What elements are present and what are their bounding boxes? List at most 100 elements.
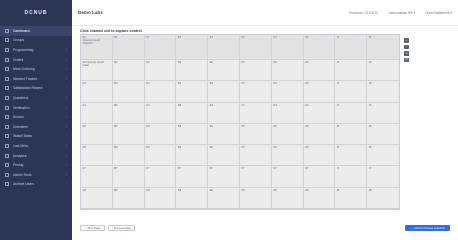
grid-cell[interactable]: C6	[144, 145, 177, 167]
grid-cell[interactable]: G2	[271, 60, 304, 82]
zoom-in-icon[interactable]: +	[404, 38, 409, 43]
grid-cell[interactable]: E7	[208, 166, 240, 188]
grid-cell[interactable]: B4	[112, 102, 145, 124]
grid-cell[interactable]: D6	[176, 145, 209, 167]
target-icon[interactable]: ⊕	[404, 57, 409, 62]
sidebar-item-archive-users[interactable]: Archive Users ›	[0, 180, 72, 190]
grid-cell[interactable]: J4	[367, 103, 399, 124]
grid-cell[interactable]: F3	[239, 81, 272, 103]
grid-cell[interactable]: G1	[271, 35, 304, 60]
grid-cell[interactable]: A7	[81, 166, 113, 188]
zoom-out-icon[interactable]: −	[404, 44, 409, 49]
grid-cell[interactable]: B6	[112, 145, 145, 167]
grid-cell[interactable]: E5	[208, 123, 240, 146]
grid-cell[interactable]: C4	[144, 102, 177, 124]
grid-cell[interactable]: I7	[335, 166, 368, 188]
sidebar-item-verification[interactable]: Verification ›	[0, 103, 72, 113]
grid-cell[interactable]: H6	[303, 145, 336, 167]
sidebar-item-questions[interactable]: Questions ›	[0, 93, 72, 103]
grid-cell[interactable]: H5	[303, 123, 336, 146]
sidebar-item-mark-ordering[interactable]: Mark Ordering ›	[0, 64, 72, 74]
grid-cell[interactable]: G5	[271, 123, 304, 146]
grid-cell[interactable]: G3	[271, 81, 304, 103]
grid-cell[interactable]: D8	[176, 187, 209, 209]
grid-cell[interactable]: F4	[239, 102, 272, 124]
sidebar-item-scores[interactable]: Scores ›	[0, 112, 72, 122]
grid-cell[interactable]: I2	[335, 60, 368, 82]
grid-cell[interactable]: E2	[208, 60, 240, 82]
grid-cell[interactable]: B5	[112, 123, 145, 146]
grid-cell[interactable]: I6	[335, 145, 368, 167]
grid-cell[interactable]: I4	[335, 102, 368, 124]
grid-cell[interactable]: J6	[367, 145, 399, 167]
sidebar-item-downtime[interactable]: Downtime ›	[0, 122, 72, 132]
timezone-selector[interactable]: Timezone: UTC/UTC	[349, 11, 379, 15]
settlement-selector[interactable]: Claim Settlement ▾	[425, 11, 452, 15]
sidebar-item-programming[interactable]: Programming ›	[0, 45, 72, 55]
grid-cell[interactable]: D7	[176, 166, 209, 188]
app-logo[interactable]: DCNUB	[0, 0, 72, 26]
sidebar-item-dashboard[interactable]: Dashboard	[0, 26, 72, 36]
grid-cell[interactable]: H7	[303, 166, 336, 188]
sidebar-item-analytics[interactable]: Analytics ›	[0, 151, 72, 161]
menu-icon[interactable]: ≡	[404, 51, 409, 56]
grid-cell[interactable]: A2 OpenUp Guard Letter	[81, 60, 113, 82]
grid-cell[interactable]: B8	[112, 187, 145, 209]
grid-cell[interactable]: A8	[81, 187, 113, 209]
grid-cell[interactable]: F5	[239, 123, 272, 146]
location-selector[interactable]: Last location: 8% ▾	[388, 11, 415, 15]
grid-cell[interactable]: C3	[144, 81, 177, 103]
sidebar-item-satisfaction-review[interactable]: Satisfaction Review ›	[0, 84, 72, 94]
grid-cell[interactable]: A1 OpenUp Guard Together	[81, 35, 113, 60]
sidebar-item-pricing[interactable]: Pricing ›	[0, 160, 72, 170]
grid-cell[interactable]: C7	[144, 166, 177, 188]
grid-cell[interactable]: D4	[176, 102, 209, 124]
grid-cell[interactable]: H2	[303, 60, 336, 82]
grid-cell[interactable]: B2	[112, 60, 145, 82]
grid-cell[interactable]: F6	[239, 145, 272, 167]
grid-cell[interactable]: I5	[335, 123, 368, 146]
grid-cell[interactable]: J3	[367, 81, 399, 103]
grid-cell[interactable]: B7	[112, 166, 145, 188]
grid-cell[interactable]: F1	[239, 35, 272, 60]
grid-cell[interactable]: J1	[367, 35, 399, 60]
sidebar-item-admin-tools[interactable]: Admin Tools ›	[0, 170, 72, 180]
grid-cell[interactable]: D1	[176, 35, 209, 60]
grid-cell[interactable]: E3	[208, 81, 240, 103]
grid-cell[interactable]: I8	[335, 187, 368, 209]
grid-cell[interactable]: C8	[144, 187, 177, 209]
grid-cell[interactable]: H1	[303, 35, 336, 60]
grid-cell[interactable]: J7	[367, 166, 399, 188]
grid-cell[interactable]: E8	[208, 187, 240, 209]
grid-cell[interactable]: H8	[303, 187, 336, 209]
grid-cell[interactable]: A5	[81, 123, 113, 146]
grid-cell[interactable]: I3	[335, 81, 368, 103]
sidebar-item-groups[interactable]: Groups ›	[0, 36, 72, 46]
previous-step-button[interactable]: ↑ Previous Step	[107, 224, 136, 232]
sidebar-item-watch-tasks[interactable]: Watch Tasks ›	[0, 132, 72, 142]
grid-cell[interactable]: A4	[81, 102, 113, 124]
submit-button[interactable]: → Submit channel selection	[405, 224, 450, 232]
grid-cell[interactable]: G4	[271, 102, 304, 124]
grid-cell[interactable]: C2	[144, 60, 177, 82]
grid-cell[interactable]: A3	[81, 81, 113, 103]
grid-cell[interactable]: F2	[239, 60, 272, 82]
grid-cell[interactable]: F7	[239, 166, 272, 188]
grid-cell[interactable]: H3	[303, 81, 336, 103]
grid-cell[interactable]: D2	[176, 60, 209, 82]
grid-cell[interactable]: C5	[144, 123, 177, 146]
grid-cell[interactable]: D5	[176, 123, 209, 146]
grid-cell[interactable]: G8	[271, 187, 304, 209]
grid-cell[interactable]: F8	[239, 187, 272, 209]
grid-cell[interactable]: A6	[81, 145, 113, 167]
grid-cell[interactable]: E1	[208, 35, 240, 60]
sidebar-item-needed-tracker[interactable]: Needed Tracker ›	[0, 74, 72, 84]
sidebar-item-orders[interactable]: Orders ›	[0, 55, 72, 65]
grid-cell[interactable]: G7	[271, 166, 304, 188]
grid-cell[interactable]: E4	[208, 102, 240, 124]
grid-cell[interactable]: B1	[112, 35, 145, 60]
grid-cell[interactable]: G6	[271, 145, 304, 167]
grid-cell[interactable]: C1	[144, 35, 177, 60]
grid-cell[interactable]: J2	[367, 60, 399, 82]
sidebar-item-last-meta[interactable]: Last Meta ›	[0, 141, 72, 151]
